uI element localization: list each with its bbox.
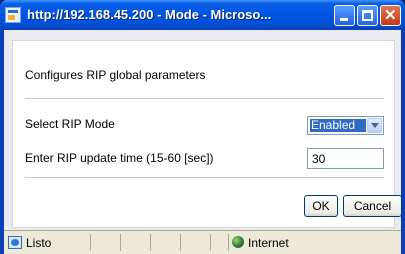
rip-update-time-input[interactable]: 30 — [307, 148, 384, 169]
maximize-icon — [362, 10, 373, 21]
rip-mode-selected-value: Enabled — [310, 119, 366, 132]
rip-update-time-label: Enter RIP update time (15-60 [sec]) — [25, 151, 214, 165]
close-button[interactable]: ✕ — [380, 5, 401, 26]
page-content: Configures RIP global parameters Select … — [4, 30, 402, 230]
minimize-icon — [340, 18, 348, 21]
window-title: http://192.168.45.200 - Mode - Microso..… — [27, 7, 272, 22]
browser-popup-window: http://192.168.45.200 - Mode - Microso..… — [0, 0, 405, 254]
internet-globe-icon — [232, 236, 244, 248]
divider — [25, 177, 384, 178]
divider — [25, 98, 384, 99]
rip-mode-select[interactable]: Enabled — [307, 116, 384, 135]
status-pane — [120, 234, 150, 251]
title-bar[interactable]: http://192.168.45.200 - Mode - Microso..… — [0, 0, 405, 30]
rip-mode-label: Select RIP Mode — [25, 117, 115, 131]
window-frame-right — [401, 30, 405, 254]
ie-page-icon — [5, 7, 21, 23]
close-icon: ✕ — [384, 7, 397, 24]
dropdown-arrow-button[interactable] — [367, 118, 382, 133]
maximize-button[interactable] — [357, 5, 378, 26]
chevron-down-icon — [371, 123, 379, 128]
ok-button[interactable]: OK — [304, 195, 338, 217]
status-text: Listo — [26, 236, 52, 250]
security-zone-text: Internet — [248, 236, 289, 250]
page-heading: Configures RIP global parameters — [25, 68, 206, 82]
status-pane — [90, 234, 120, 251]
cancel-button[interactable]: Cancel — [343, 195, 402, 217]
page-status-icon — [8, 236, 22, 249]
status-pane — [150, 234, 180, 251]
status-bar: Listo Internet — [4, 230, 401, 254]
minimize-button[interactable] — [334, 5, 355, 26]
rip-settings-panel: Configures RIP global parameters Select … — [12, 40, 402, 228]
status-pane — [210, 234, 228, 251]
status-pane — [180, 234, 210, 251]
